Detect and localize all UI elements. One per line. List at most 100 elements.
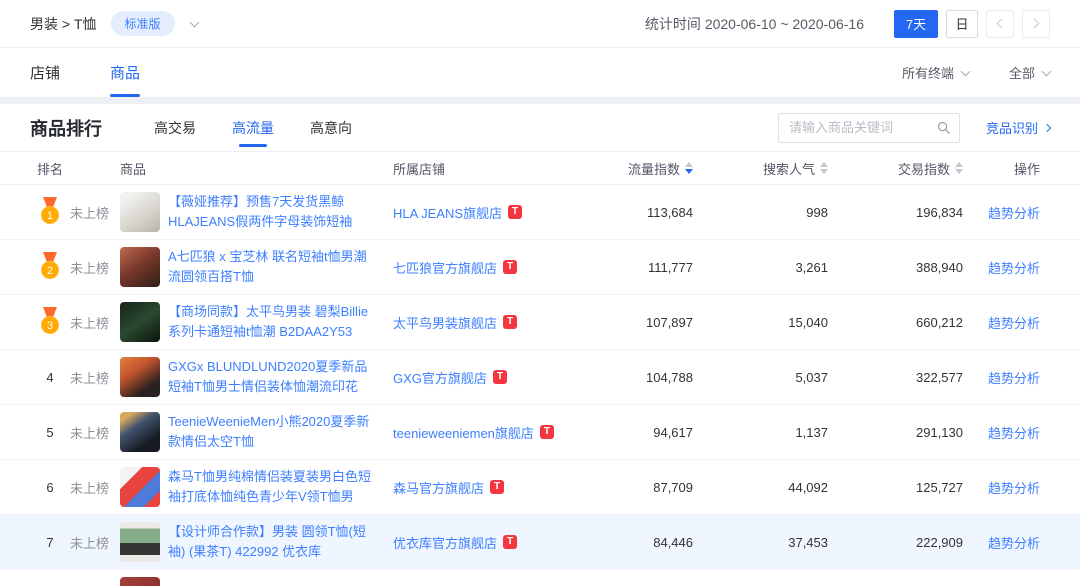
- trend-analysis-link[interactable]: 趋势分析: [988, 261, 1040, 276]
- tab-shop[interactable]: 店铺: [30, 48, 60, 97]
- prev-period-button[interactable]: [986, 10, 1014, 38]
- product-link[interactable]: 【薇娅推荐】预售7天发货黑鲸 HLAJEANS假两件字母装饰短袖: [168, 192, 379, 232]
- shop-link[interactable]: 森马官方旗舰店: [393, 478, 484, 497]
- status-badge: 未上榜: [70, 258, 120, 277]
- product-link[interactable]: 森马T恤男纯棉情侣装夏装男白色短袖打底体恤纯色青少年V领T恤男: [168, 467, 379, 507]
- header-rank: 排名: [30, 159, 70, 178]
- tmall-badge-icon: T: [540, 425, 554, 439]
- trend-analysis-link[interactable]: 趋势分析: [988, 316, 1040, 331]
- trade-index-value: 388,940: [828, 260, 963, 275]
- search-popularity-value: 998: [693, 205, 828, 220]
- product-thumbnail[interactable]: [120, 302, 160, 342]
- product-link[interactable]: GXGx BLUNDLUND2020夏季新品短袖T恤男士情侣装体恤潮流印花: [168, 357, 379, 397]
- product-thumbnail[interactable]: [120, 357, 160, 397]
- search-input[interactable]: [789, 120, 936, 135]
- status-badge: 未上榜: [70, 368, 120, 387]
- shop-link[interactable]: 优衣库官方旗舰店: [393, 533, 497, 552]
- product-thumbnail[interactable]: [120, 192, 160, 232]
- version-badge[interactable]: 标准版: [111, 11, 175, 36]
- chevron-down-icon[interactable]: [189, 17, 199, 27]
- header-search-popularity-sort[interactable]: 搜索人气: [763, 159, 828, 178]
- rank-number: 6: [30, 480, 70, 495]
- stats-time-range: 统计时间 2020-06-10 ~ 2020-06-16: [645, 14, 864, 34]
- rank-number: 5: [30, 425, 70, 440]
- flow-index-value: 107,897: [598, 315, 693, 330]
- table-row-highlighted: 7 未上榜 【设计师合作款】男装 圆领T恤(短袖) (果茶T) 422992 优…: [0, 515, 1080, 570]
- flow-index-value: 94,617: [598, 425, 693, 440]
- product-link[interactable]: 【商场同款】太平鸟男装 碧梨Billie系列卡通短袖t恤潮 B2DAA2Y53: [168, 302, 379, 342]
- chevron-right-icon: [1030, 19, 1040, 29]
- table-row: 3 未上榜 【商场同款】太平鸟男装 碧梨Billie系列卡通短袖t恤潮 B2DA…: [0, 295, 1080, 350]
- shop-link[interactable]: GXG官方旗舰店: [393, 368, 487, 387]
- table-header-row: 排名 商品 所属店铺 流量指数 搜索人气 交易指数 操作: [0, 152, 1080, 185]
- trend-analysis-link[interactable]: 趋势分析: [988, 206, 1040, 221]
- flow-index-value: 111,777: [598, 260, 693, 275]
- stats-time-label: 统计时间: [645, 16, 701, 32]
- trend-analysis-link[interactable]: 趋势分析: [988, 371, 1040, 386]
- silver-medal-icon: 2: [40, 252, 60, 279]
- product-thumbnail[interactable]: [120, 467, 160, 507]
- trend-analysis-link[interactable]: 趋势分析: [988, 536, 1040, 551]
- product-link[interactable]: A七匹狼 x 宝芝林 联名短袖t恤男潮流圆领百搭T恤: [168, 247, 379, 287]
- flow-index-value: 84,446: [598, 535, 693, 550]
- flow-index-value: 113,684: [598, 205, 693, 220]
- terminal-filter-dropdown[interactable]: 所有终端: [902, 63, 969, 82]
- shop-link[interactable]: HLA JEANS旗舰店: [393, 203, 502, 222]
- trend-analysis-link[interactable]: 趋势分析: [988, 481, 1040, 496]
- rank-number: 4: [30, 370, 70, 385]
- section-divider: [0, 97, 1080, 104]
- search-icon[interactable]: [936, 120, 951, 135]
- product-thumbnail[interactable]: [120, 577, 160, 586]
- product-search-box[interactable]: [778, 113, 960, 143]
- tmall-badge-icon: T: [503, 315, 517, 329]
- shop-link[interactable]: teenieweeniemen旗舰店: [393, 423, 534, 442]
- rank-number: 1: [41, 206, 59, 224]
- table-row: 2 未上榜 A七匹狼 x 宝芝林 联名短袖t恤男潮流圆领百搭T恤 七匹狼官方旗舰…: [0, 240, 1080, 295]
- shop-link[interactable]: 七匹狼官方旗舰店: [393, 258, 497, 277]
- breadcrumb[interactable]: 男装 > T恤: [30, 14, 97, 34]
- rank-number: 2: [41, 261, 59, 279]
- trend-analysis-link[interactable]: 趋势分析: [988, 426, 1040, 441]
- rank-number: 3: [41, 316, 59, 334]
- product-thumbnail[interactable]: [120, 522, 160, 562]
- flow-index-value: 104,788: [598, 370, 693, 385]
- tmall-badge-icon: T: [508, 205, 522, 219]
- table-row: 1 未上榜 【薇娅推荐】预售7天发货黑鲸 HLAJEANS假两件字母装饰短袖 H…: [0, 185, 1080, 240]
- status-badge: 未上榜: [70, 478, 120, 497]
- tmall-badge-icon: T: [493, 370, 507, 384]
- top-bar: 男装 > T恤 标准版 统计时间 2020-06-10 ~ 2020-06-16…: [0, 0, 1080, 48]
- tmall-badge-icon: T: [503, 260, 517, 274]
- status-badge: 未上榜: [70, 313, 120, 332]
- table-row: 5 未上榜 TeenieWeenieMen小熊2020夏季新款情侣太空T恤 te…: [0, 405, 1080, 460]
- header-search-popularity: 搜索人气: [763, 159, 815, 178]
- scope-filter-dropdown[interactable]: 全部: [1009, 63, 1050, 82]
- search-popularity-value: 37,453: [693, 535, 828, 550]
- next-period-button[interactable]: [1022, 10, 1050, 38]
- tab-high-intent[interactable]: 高意向: [310, 104, 352, 151]
- header-product: 商品: [120, 159, 393, 178]
- shop-link[interactable]: 太平鸟男装旗舰店: [393, 313, 497, 332]
- header-trade-index-sort[interactable]: 交易指数: [898, 159, 963, 178]
- product-link[interactable]: TeenieWeenieMen小熊2020夏季新款情侣太空T恤: [168, 412, 379, 452]
- status-badge: 未上榜: [70, 423, 120, 442]
- product-thumbnail[interactable]: [120, 247, 160, 287]
- terminal-filter-label: 所有终端: [902, 63, 954, 82]
- gold-medal-icon: 1: [40, 197, 60, 224]
- header-flow-index-sort[interactable]: 流量指数: [628, 159, 693, 178]
- competitor-identify-link[interactable]: 竞品识别: [986, 118, 1050, 137]
- tab-high-trade[interactable]: 高交易: [154, 104, 196, 151]
- tab-high-flow[interactable]: 高流量: [232, 104, 274, 151]
- search-popularity-value: 1,137: [693, 425, 828, 440]
- search-popularity-value: 3,261: [693, 260, 828, 275]
- chevron-left-icon: [997, 19, 1007, 29]
- sort-icon: [955, 162, 963, 174]
- product-link[interactable]: 【设计师合作款】男装 圆领T恤(短袖) (果茶T) 422992 优衣库: [168, 522, 379, 562]
- trade-index-value: 291,130: [828, 425, 963, 440]
- period-day-button[interactable]: 日: [946, 10, 978, 38]
- tmall-badge-icon: T: [490, 480, 504, 494]
- product-thumbnail[interactable]: [120, 412, 160, 452]
- bronze-medal-icon: 3: [40, 307, 60, 334]
- period-7day-button[interactable]: 7天: [894, 10, 938, 38]
- tab-product[interactable]: 商品: [110, 48, 140, 97]
- competitor-identify-label: 竞品识别: [986, 118, 1038, 137]
